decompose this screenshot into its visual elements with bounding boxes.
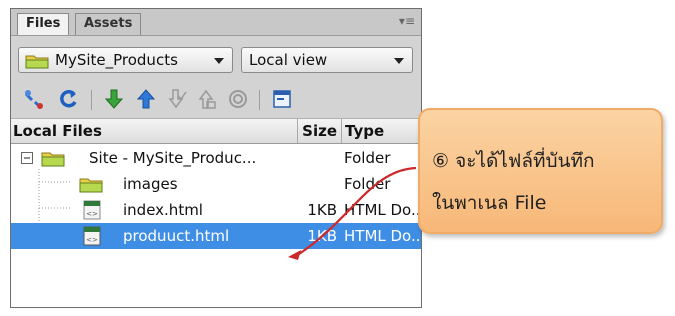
annotation-arrow <box>288 166 417 260</box>
